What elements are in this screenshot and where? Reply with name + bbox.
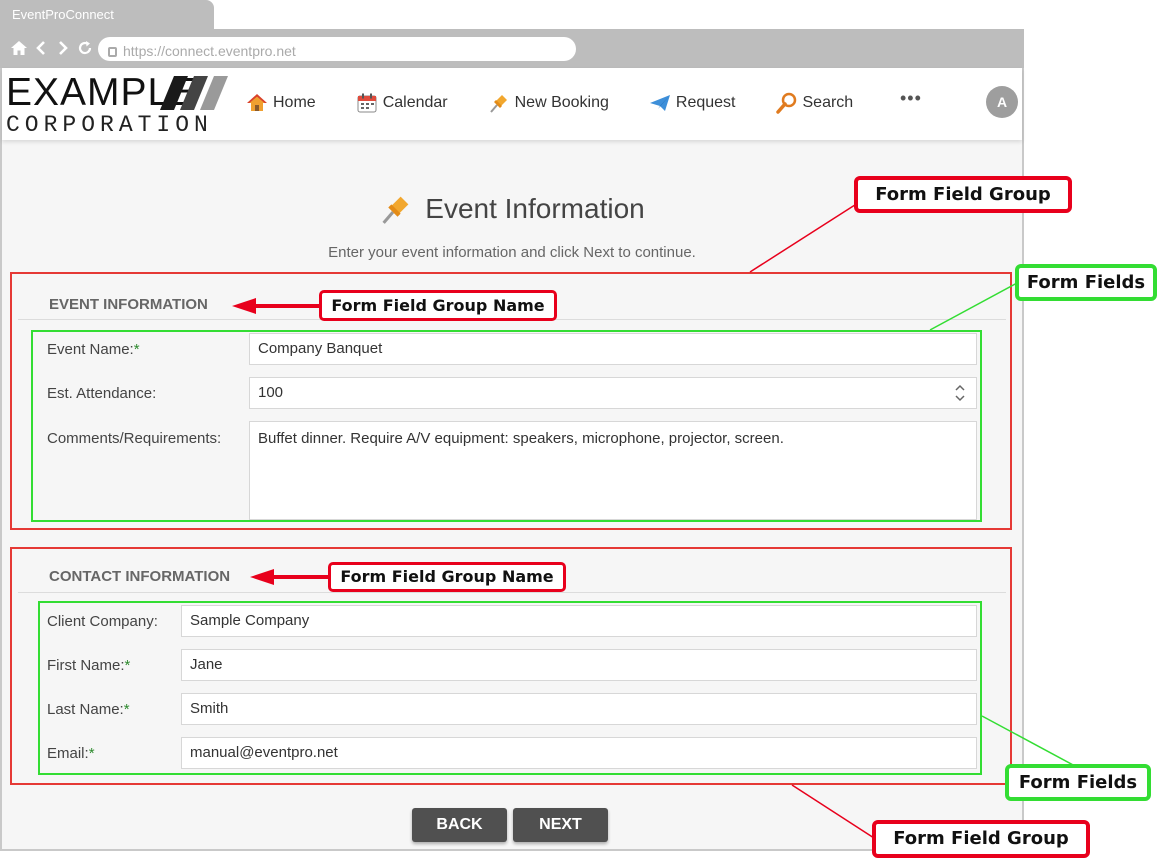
callout-group-name-contact: Form Field Group Name [328, 562, 566, 592]
callout-group-name-event: Form Field Group Name [319, 290, 557, 321]
callout-form-fields-bottom: Form Fields [1005, 764, 1151, 801]
callout-form-field-group-top: Form Field Group [854, 176, 1072, 213]
callout-form-field-group-bottom: Form Field Group [872, 820, 1090, 858]
callout-form-fields-top: Form Fields [1015, 264, 1157, 301]
annotation-lines [232, 202, 1076, 839]
